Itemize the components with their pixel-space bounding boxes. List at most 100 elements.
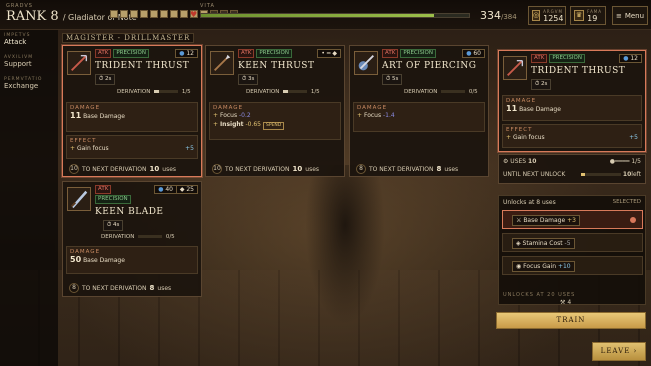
effect-text: Gain focus bbox=[512, 134, 545, 141]
damage-amount: 50 bbox=[70, 255, 82, 264]
trident-icon bbox=[67, 51, 91, 75]
spend-tag: SPEND bbox=[262, 122, 285, 130]
selected-label: SELECTED bbox=[612, 199, 641, 205]
footer-text: TO NEXT DERIVATION bbox=[369, 165, 434, 173]
cooldown-value: 5s bbox=[392, 76, 399, 82]
menu-label: Menu bbox=[624, 11, 645, 20]
fama-counter: ♛ FAMA 19 bbox=[570, 6, 606, 25]
footer-number: 10 bbox=[69, 164, 79, 174]
plus-icon: + bbox=[506, 134, 512, 141]
damage-section: DAMAGE + Focus -0.2 + Insight -0.65 SPEND bbox=[209, 102, 341, 140]
footer-number: 8 bbox=[356, 164, 366, 174]
precision-tag: PRECISION bbox=[549, 54, 585, 63]
cooldown-value: 4s bbox=[113, 222, 120, 228]
menu-button[interactable]: ≡ Menu bbox=[612, 6, 648, 25]
footer-number: 8 bbox=[69, 283, 79, 293]
cooldown-value: 3s bbox=[248, 76, 255, 82]
focus-value: -1.4 bbox=[383, 112, 395, 119]
unlock-value: +10 bbox=[557, 263, 571, 270]
unlock-option-focus-gain[interactable]: ◉ Focus Gain +10 bbox=[502, 256, 643, 275]
footer-number: 10 bbox=[212, 164, 222, 174]
derivation-bar-fill bbox=[283, 90, 288, 93]
cost-badge: ● 12 bbox=[619, 54, 642, 63]
skill-card-keen-thrust[interactable]: ATK PRECISION • ━ ◆ KEEN THRUST ⏱ 3s DER… bbox=[205, 45, 345, 177]
nav-item-exchange[interactable]: PERMVTATIO Exchange bbox=[4, 77, 42, 90]
vita-bar bbox=[200, 13, 470, 18]
rank-pip bbox=[110, 10, 118, 18]
footer-value: 10 bbox=[149, 165, 160, 173]
leave-button[interactable]: LEAVE › bbox=[592, 342, 646, 361]
secondary-cost-badge: ◆ 25 bbox=[175, 185, 198, 194]
selected-indicator-icon bbox=[630, 217, 636, 223]
nav-item-attack[interactable]: IMPETVS Attack bbox=[4, 33, 30, 46]
footer-value: 8 bbox=[436, 165, 442, 173]
nav-label: Exchange bbox=[4, 82, 39, 90]
atk-tag: ATK bbox=[382, 49, 399, 58]
blade-icon bbox=[67, 187, 91, 211]
usage-stats: ⚙ USES 10 ●━━━━ 1/5 UNTIL NEXT UNLOCK 10… bbox=[498, 154, 646, 184]
footer-text: TO NEXT DERIVATION bbox=[82, 165, 147, 173]
uses-value: 10 bbox=[528, 158, 537, 165]
plus-icon: + bbox=[213, 121, 219, 128]
footer-value: 8 bbox=[149, 284, 155, 292]
unlock-option-stamina-cost[interactable]: ◈ Stamina Cost -5 bbox=[502, 233, 643, 252]
card-title: KEEN BLADE bbox=[95, 207, 164, 217]
cooldown-badge: ⏱ 3s bbox=[238, 74, 259, 85]
plus-icon: + bbox=[357, 112, 363, 119]
laurel-icon: ♛ bbox=[574, 10, 585, 21]
vita-label: VITA bbox=[200, 3, 215, 9]
footer-unit: uses bbox=[444, 165, 459, 173]
nav-item-support[interactable]: AVXILIVM Support bbox=[4, 55, 33, 68]
derivation-footer: 10 TO NEXT DERIVATION 10 uses bbox=[69, 164, 176, 174]
damage-section: DAMAGE 50 Base Damage bbox=[66, 246, 198, 274]
fama-value: 19 bbox=[587, 13, 598, 23]
damage-amount: 11 bbox=[70, 111, 82, 120]
derivation-footer: 10 TO NEXT DERIVATION 10 uses bbox=[212, 164, 319, 174]
derivation-footer: 8 TO NEXT DERIVATION 8 uses bbox=[356, 164, 458, 174]
argentum-value: 1254 bbox=[543, 13, 564, 23]
coin-icon: ◎ bbox=[532, 10, 541, 21]
focus-dot-icon: ● bbox=[179, 50, 185, 57]
effect-line: + Gain focus +5 bbox=[506, 133, 638, 142]
unlock-option-base-damage[interactable]: ⚔ Base Damage +3 bbox=[502, 210, 643, 229]
focus-value: -0.2 bbox=[239, 112, 251, 119]
derivation-label: DERIVATION bbox=[404, 89, 438, 95]
skill-detail-card: ATK PRECISION ● 12 TRIDENT THRUST ⏱ 2s D… bbox=[498, 50, 646, 152]
skill-card-keen-blade[interactable]: ATK PRECISION ● 40 ◆ 25 KEEN BLADE ⏱ 4s … bbox=[62, 181, 202, 297]
derivation-bar-fill bbox=[154, 90, 159, 93]
focus-dot-icon: ● bbox=[623, 55, 629, 62]
plus-icon: + bbox=[70, 145, 76, 152]
vita-current: 334 bbox=[480, 9, 501, 22]
effect-section: EFFECT + Gain focus +5 bbox=[66, 135, 198, 159]
nav-label: Attack bbox=[4, 38, 27, 46]
card-tags: ATK PRECISION bbox=[238, 49, 292, 58]
focus-icon: ◉ bbox=[516, 263, 522, 270]
skill-card-art-of-piercing[interactable]: ATK PRECISION ● 60 ART OF PIERCING ⏱ 5s … bbox=[349, 45, 489, 177]
hamburger-icon: ≡ bbox=[615, 11, 622, 20]
cost-value: 40 bbox=[165, 186, 173, 193]
next-unlocks-label: UNLOCKS AT 20 USES bbox=[503, 292, 576, 298]
cost-badge: ● 40 bbox=[154, 185, 177, 194]
derivation-bar bbox=[154, 90, 179, 93]
insight-label: Insight bbox=[219, 121, 244, 128]
card-tags-2: PRECISION bbox=[95, 195, 131, 204]
atk-tag: ATK bbox=[95, 49, 112, 58]
card-tags: ATK bbox=[95, 185, 112, 194]
precision-tag: PRECISION bbox=[256, 49, 292, 58]
derivation-value: 1/5 bbox=[181, 89, 191, 95]
footer-value: 10 bbox=[292, 165, 303, 173]
rank-pip bbox=[180, 10, 188, 18]
damage-line: 11 Base Damage bbox=[506, 104, 638, 114]
focus-line: + Focus -1.4 bbox=[357, 111, 481, 120]
derivation-value: 0/5 bbox=[165, 234, 175, 240]
effect-line: + Gain focus +5 bbox=[70, 144, 194, 153]
precision-tag: PRECISION bbox=[113, 49, 149, 58]
unlock-option-label: ⚔ Base Damage +3 bbox=[512, 215, 580, 226]
cost-badge: ● 12 bbox=[175, 49, 198, 58]
train-button[interactable]: TRAIN bbox=[496, 312, 646, 329]
focus-label: Focus bbox=[363, 112, 382, 119]
skill-card-trident-thrust[interactable]: ATK PRECISION ● 12 TRIDENT THRUST ⏱ 2s D… bbox=[62, 45, 202, 177]
skill-group-label: MAGISTER - DRILLMASTER bbox=[62, 33, 195, 43]
footer-text: TO NEXT DERIVATION bbox=[225, 165, 290, 173]
derivation-progress: DERIVATION 1/5 bbox=[246, 89, 320, 95]
